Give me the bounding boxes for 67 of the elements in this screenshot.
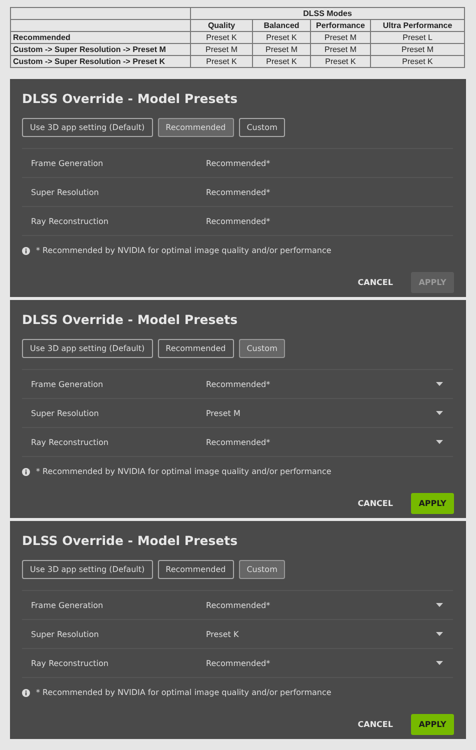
option-button[interactable]: Recommended [158, 118, 234, 137]
setting-label: Frame Generation [31, 158, 104, 168]
table-header: DLSS Modes [190, 8, 465, 20]
table-cell: Preset K [252, 32, 310, 44]
caret-icon[interactable] [436, 603, 443, 607]
option-button[interactable]: Use 3D app setting (Default) [22, 339, 153, 358]
row-header: Custom -> Super Resolution -> Preset M [10, 44, 190, 56]
table-cell: Preset M [252, 44, 310, 56]
table-cell: Preset M [310, 44, 370, 56]
setting-label: Frame Generation [31, 380, 104, 388]
dialog-title: DLSS Override - Model Presets [22, 533, 239, 548]
table-cell: Preset K [190, 32, 252, 44]
table-cell: Preset M [310, 32, 370, 44]
table-cell: Preset M [370, 44, 465, 56]
setting-label: Super Resolution [31, 408, 100, 418]
table-cell: Preset L [370, 32, 465, 44]
option-button[interactable]: Custom [238, 339, 286, 358]
caret-icon[interactable] [436, 440, 443, 444]
info-icon [22, 688, 30, 696]
footnote-text: * Recommended by NVIDIA for optimal image quality and/or performance [36, 246, 332, 255]
option-button[interactable]: Use 3D app setting (Default) [22, 118, 153, 137]
option-button[interactable]: Custom [238, 118, 286, 137]
setting-value: Recommended* [206, 188, 272, 196]
table-cell: Preset M [190, 44, 252, 56]
column-header: Balanced [252, 20, 310, 32]
info-icon [22, 246, 30, 254]
caret-icon[interactable] [436, 382, 443, 386]
setting-label: Ray Reconstruction [31, 658, 110, 668]
table-cell: Preset K [370, 56, 465, 68]
setting-value[interactable]: Preset K [206, 630, 436, 638]
setting-value[interactable]: Recommended* [206, 600, 436, 610]
table-cell: Preset K [252, 56, 310, 68]
table-cell: Preset K [310, 56, 370, 68]
setting-label: Super Resolution [31, 630, 100, 638]
option-button[interactable]: Recommended [158, 560, 234, 579]
option-button[interactable]: Recommended [158, 339, 234, 358]
setting-label: Ray Reconstruction [31, 216, 110, 226]
caret-icon[interactable] [436, 411, 443, 415]
setting-value: Recommended* [206, 158, 272, 168]
setting-value[interactable]: Recommended* [206, 658, 436, 668]
column-header: Ultra Performance [370, 20, 465, 32]
option-button[interactable]: Use 3D app setting (Default) [22, 560, 153, 579]
footnote-text: * Recommended by NVIDIA for optimal image quality and/or performance [36, 467, 332, 476]
row-header: Recommended [10, 32, 190, 44]
column-header: Quality [190, 20, 252, 32]
option-button[interactable]: Custom [238, 560, 286, 579]
table-cell: Preset K [190, 56, 252, 68]
apply-button[interactable]: APPLY [411, 493, 454, 514]
caret-icon[interactable] [436, 661, 443, 665]
apply-button[interactable]: APPLY [411, 714, 454, 735]
cancel-button[interactable]: CANCEL [354, 493, 397, 514]
dialog-title: DLSS Override - Model Presets [22, 312, 239, 327]
cancel-button[interactable]: CANCEL [354, 272, 397, 293]
setting-label: Super Resolution [31, 188, 100, 196]
setting-value: Recommended* [206, 216, 272, 226]
setting-value[interactable]: Preset M [206, 408, 436, 418]
setting-value[interactable]: Recommended* [206, 380, 436, 388]
column-header: Performance [310, 20, 370, 32]
footnote-text: * Recommended by NVIDIA for optimal image quality and/or performance [36, 688, 332, 697]
cancel-button[interactable]: CANCEL [354, 714, 397, 735]
caret-icon[interactable] [436, 632, 443, 636]
dialog-title: DLSS Override - Model Presets [22, 91, 239, 106]
setting-value[interactable]: Recommended* [206, 438, 436, 446]
row-header: Custom -> Super Resolution -> Preset K [10, 56, 190, 68]
setting-label: Ray Reconstruction [31, 438, 110, 446]
setting-label: Frame Generation [31, 600, 104, 610]
info-icon [22, 468, 30, 476]
